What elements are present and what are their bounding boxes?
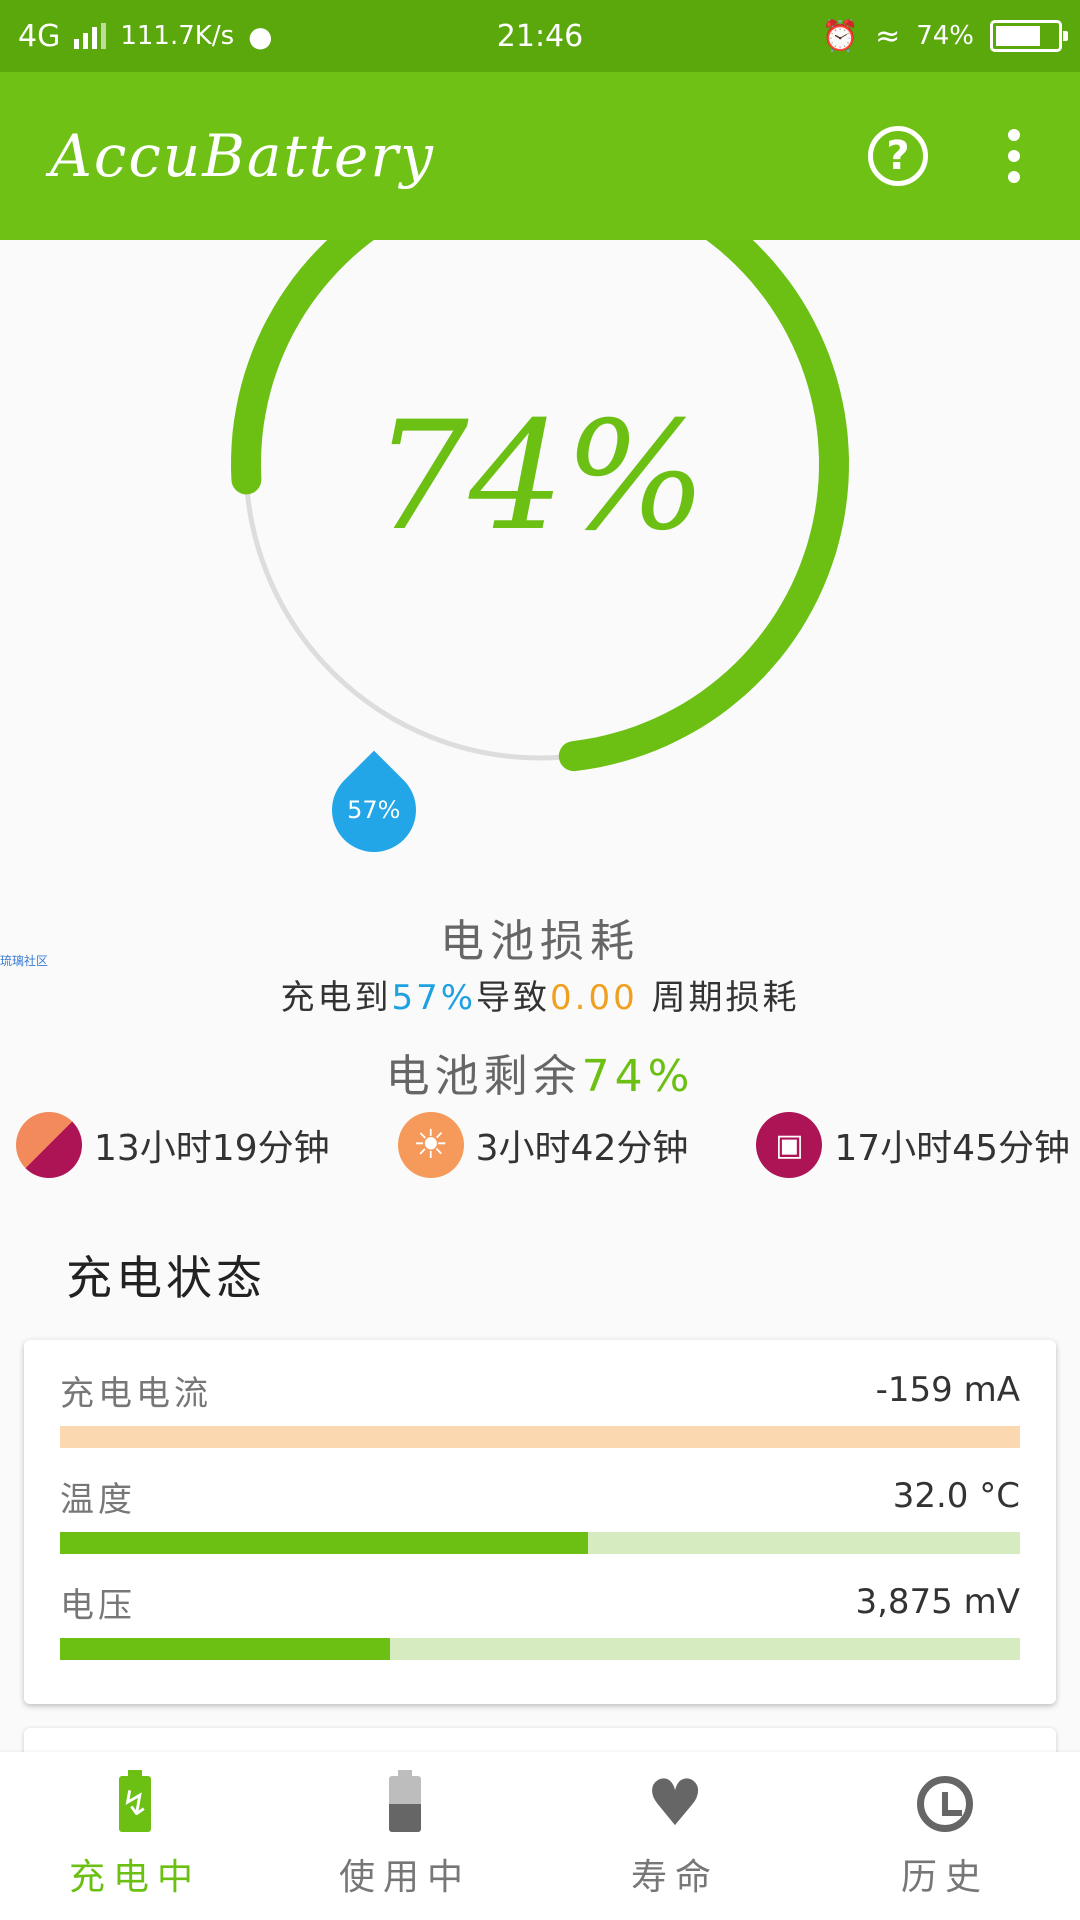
nav-charging-label: 充电中 — [68, 1857, 201, 1898]
wear-description: 充电到57%导致0.00 周期损耗 — [0, 970, 1080, 1019]
metric-voltage-value: 3,875 mV — [855, 1582, 1020, 1622]
battery-discharging-icon — [389, 1770, 421, 1832]
current-bar-fill — [60, 1426, 1020, 1448]
network-type: 4G — [18, 18, 61, 54]
nav-health[interactable]: ♥ 寿命 — [540, 1752, 810, 1920]
estimate-sleep: ▣ 17小时45分钟 — [756, 1112, 1070, 1178]
metric-voltage: 电压 3,875 mV — [60, 1572, 1020, 1660]
help-icon[interactable]: ? — [868, 126, 928, 186]
estimate-sleep-text: 17小时45分钟 — [834, 1128, 1070, 1169]
nav-discharging[interactable]: 使用中 — [270, 1752, 540, 1920]
estimate-screen-on: ☀ 3小时42分钟 — [397, 1112, 689, 1178]
voltage-bar — [60, 1638, 1020, 1660]
battery-percent: 74% — [916, 21, 974, 51]
wifi-icon: ≈ — [875, 18, 901, 54]
remain-label: 电池剩余 — [385, 1051, 582, 1102]
wear-cycles: 0.00 — [550, 978, 638, 1018]
time-estimates: 13小时19分钟 ☀ 3小时42分钟 ▣ 17小时45分钟 — [16, 1112, 1070, 1178]
battery-percent-large: 74% — [373, 390, 707, 564]
metric-current-label: 充电电流 — [60, 1373, 212, 1414]
metric-voltage-label: 电压 — [60, 1585, 136, 1626]
estimate-mixed: 13小时19分钟 — [16, 1112, 330, 1178]
heart-icon: ♥ — [646, 1767, 704, 1841]
temperature-bar — [60, 1532, 1020, 1554]
watermark: 琉璃社区 — [0, 954, 49, 968]
app-bar: AccuBattery ? — [0, 72, 1080, 240]
estimate-mixed-text: 13小时19分钟 — [94, 1128, 330, 1169]
gauge-ring — [230, 240, 850, 772]
wear-suffix: 周期损耗 — [651, 978, 800, 1018]
status-time: 21:46 — [496, 18, 584, 54]
voltage-bar-fill — [60, 1638, 391, 1660]
charge-status-card: 充电电流 -159 mA 温度 32.0 °C 电压 3,875 mV — [24, 1340, 1056, 1704]
network-speed: 111.7K/s — [120, 21, 235, 51]
qq-icon: ● — [248, 19, 273, 53]
metric-temperature: 温度 32.0 °C — [60, 1466, 1020, 1554]
battery-icon — [990, 20, 1068, 52]
metric-current-value: -159 mA — [875, 1370, 1020, 1410]
temperature-bar-fill — [60, 1532, 588, 1554]
alarm-icon: ⏰ — [821, 18, 860, 54]
charge-limit-label: 57% — [347, 796, 401, 824]
wear-title: 电池损耗 — [440, 916, 640, 967]
wear-charge-to: 57% — [391, 978, 477, 1018]
nav-charging[interactable]: ↯ 充电中 — [0, 1752, 270, 1920]
nav-health-label: 寿命 — [630, 1857, 719, 1898]
bottom-navigation: ↯ 充电中 使用中 ♥ 寿命 历史 — [0, 1752, 1080, 1920]
nav-history[interactable]: 历史 — [810, 1752, 1080, 1920]
wear-mid: 导致 — [476, 978, 551, 1018]
remain-value: 74% — [581, 1051, 695, 1102]
battery-charging-icon: ↯ — [119, 1770, 151, 1832]
status-bar: 4G 111.7K/s ● 21:46 ⏰ ≈ 74% — [0, 0, 1080, 72]
signal-icon — [74, 23, 107, 49]
metric-current: 充电电流 -159 mA — [60, 1360, 1020, 1448]
app-title: AccuBattery — [50, 122, 435, 190]
current-bar — [60, 1426, 1020, 1448]
more-options-icon[interactable] — [998, 129, 1030, 183]
screen-on-sun-icon: ☀ — [397, 1112, 464, 1178]
battery-gauge: 74% 57% — [0, 240, 1080, 890]
charge-status-title: 充电状态 — [66, 1251, 266, 1305]
battery-remaining: 电池剩余74% — [0, 1040, 1080, 1104]
metric-temperature-value: 32.0 °C — [892, 1476, 1020, 1516]
nav-history-label: 历史 — [900, 1857, 989, 1898]
nav-discharging-label: 使用中 — [338, 1857, 471, 1898]
history-icon — [917, 1776, 973, 1832]
wear-prefix: 充电到 — [280, 978, 392, 1018]
sleep-bed-icon: ▣ — [756, 1112, 823, 1178]
estimate-screen-on-text: 3小时42分钟 — [475, 1128, 689, 1169]
mixed-usage-icon — [16, 1112, 82, 1178]
metric-temperature-label: 温度 — [60, 1479, 136, 1520]
